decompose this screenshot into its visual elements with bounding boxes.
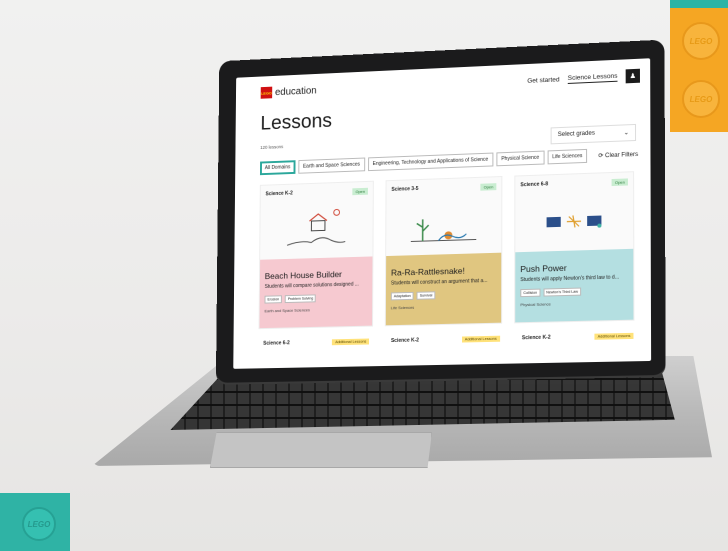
screen: LEGO education Get started Science Lesso… — [233, 58, 652, 369]
status-badge: Open — [611, 177, 628, 186]
course-label: Science K-2 — [265, 190, 293, 198]
chevron-down-icon: ⌄ — [623, 130, 629, 137]
clear-filters-button[interactable]: ⟳ Clear Filters — [598, 150, 638, 159]
tag: Problem Solving — [284, 294, 317, 304]
domain-label: Life Sciences — [390, 304, 415, 311]
card-body: Ra-Ra-Rattlesnake! Students will constru… — [385, 252, 502, 326]
lesson-card[interactable]: Science K-2 Open Beach House Builder Stu… — [258, 180, 374, 330]
lesson-illustration — [515, 190, 633, 252]
logo[interactable]: LEGO education — [260, 85, 317, 99]
lesson-card-partial[interactable]: Science K-2 Additional Lessons — [386, 332, 505, 348]
tag: Adaptation — [390, 291, 414, 301]
grade-select-value: Select grades — [557, 130, 595, 139]
lesson-count: 120 lessons — [260, 144, 284, 150]
course-label: Science K-2 — [521, 334, 551, 342]
additional-lessons-badge: Additional Lessons — [461, 335, 500, 343]
card-description: Students will construct an argument that… — [390, 277, 488, 287]
domain-label: Physical Science — [520, 301, 551, 308]
lesson-card[interactable]: Science 3-5 Open Ra-Ra-Rattlesnake! Stud… — [384, 175, 503, 327]
tag: Survival — [416, 291, 436, 300]
grade-select[interactable]: Select grades ⌄ — [550, 123, 637, 145]
additional-lessons-badge: Additional Lessons — [332, 338, 370, 346]
trackpad — [210, 432, 432, 468]
course-label: Science K-2 — [390, 337, 419, 345]
lesson-illustration — [386, 195, 501, 256]
lesson-cards: Science K-2 Open Beach House Builder Stu… — [234, 161, 651, 330]
status-badge: Open — [480, 182, 497, 191]
filter-chip-physical[interactable]: Physical Science — [496, 150, 545, 167]
laptop-lid: LEGO education Get started Science Lesso… — [215, 39, 666, 383]
card-title: Push Power — [520, 262, 567, 275]
filter-chip-all-domains[interactable]: All Domains — [259, 160, 296, 176]
user-icon[interactable]: ♟ — [625, 68, 640, 84]
filter-chip-life[interactable]: Life Sciences — [547, 148, 588, 165]
lego-logo-icon: LEGO — [260, 86, 273, 99]
course-label: Science 3-5 — [391, 185, 419, 193]
laptop: LEGO education Get started Science Lesso… — [0, 0, 728, 551]
course-label: Science 6-2 — [263, 340, 290, 347]
lesson-card-partial[interactable]: Science K-2 Additional Lessons — [517, 329, 639, 346]
status-badge: Open — [352, 187, 368, 195]
tag: Newton's Third Law — [543, 287, 582, 297]
course-label: Science 6-8 — [520, 181, 549, 189]
nav-science-lessons[interactable]: Science Lessons — [567, 72, 618, 84]
card-description: Students will compare solutions designed… — [264, 281, 359, 290]
card-description: Students will apply Newton's third law t… — [520, 274, 620, 284]
filter-chip-earth-space[interactable]: Earth and Space Sciences — [298, 157, 365, 174]
additional-lessons-badge: Additional Lessons — [594, 332, 634, 340]
lesson-card[interactable]: Science 6-8 Open Push Power Students wil… — [514, 171, 635, 324]
card-title: Ra-Ra-Rattlesnake! — [390, 265, 465, 278]
refresh-icon: ⟳ — [598, 152, 604, 159]
lesson-illustration — [260, 199, 373, 259]
brand-name: education — [274, 85, 317, 98]
tag: Erosion — [264, 295, 283, 304]
domain-label: Earth and Space Sciences — [264, 307, 310, 314]
tag: Collision — [520, 288, 541, 298]
card-body: Push Power Students will apply Newton's … — [515, 248, 634, 323]
card-title: Beach House Builder — [264, 269, 342, 282]
nav-get-started[interactable]: Get started — [527, 76, 559, 84]
nav: Get started Science Lessons ♟ — [527, 68, 640, 88]
lesson-card-partial[interactable]: Science 6-2 Additional Lessons — [258, 334, 374, 350]
clear-filters-label: Clear Filters — [605, 151, 639, 159]
card-body: Beach House Builder Students will compar… — [259, 256, 373, 329]
